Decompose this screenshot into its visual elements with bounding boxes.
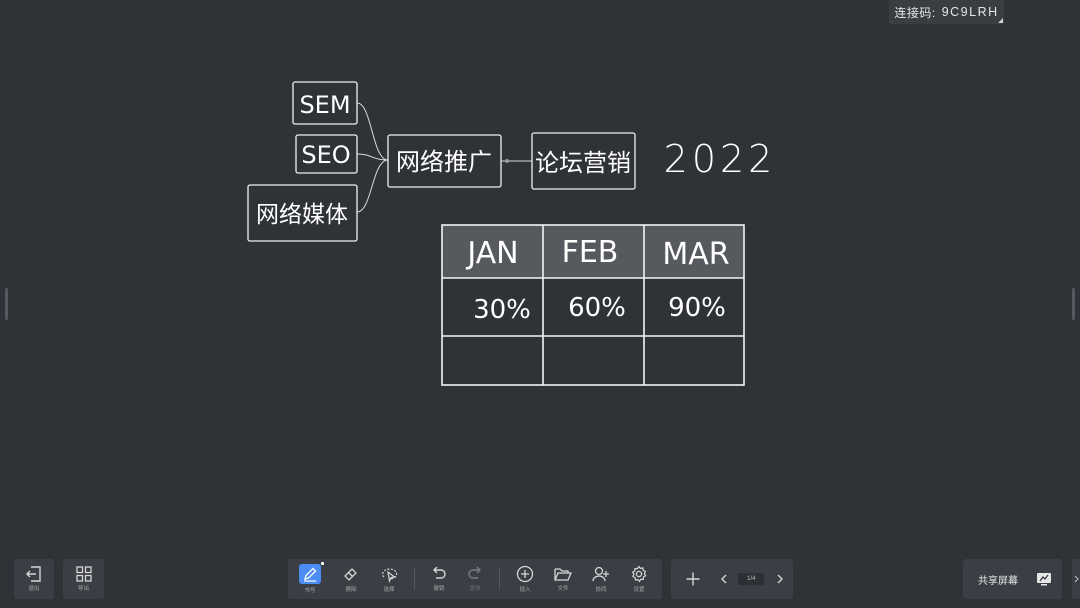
node-label: SEM (299, 91, 350, 119)
node-label: 论坛营销 (535, 149, 631, 177)
table-cell: 30% (473, 295, 531, 325)
undo-button[interactable]: 撤销 (421, 566, 457, 592)
exit-label: 退出 (28, 586, 40, 592)
add-page-button[interactable] (677, 571, 709, 587)
table-header-mar: MAR (662, 237, 729, 272)
year-annotation[interactable]: 2022 (664, 137, 777, 181)
node-label: 网络推广 (396, 148, 492, 176)
share-screen-label: 共享屏幕 (978, 575, 1018, 587)
write-label: 书写 (304, 588, 316, 594)
gear-icon (631, 565, 647, 583)
mindmap-node-seo[interactable]: SEO (295, 134, 358, 174)
file-label: 文件 (557, 586, 569, 592)
chevron-right-icon (777, 574, 783, 584)
page-toolbar: 1/4 (671, 559, 793, 599)
plus-circle-icon (516, 565, 534, 583)
chevron-left-icon (720, 574, 727, 584)
redo-button[interactable]: 重做 (457, 566, 493, 592)
mindmap-node-sem[interactable]: SEM (292, 81, 358, 125)
exit-toolbar: 退出 (14, 559, 54, 599)
eraser-label: 擦除 (345, 587, 357, 593)
insert-button[interactable]: 插入 (506, 565, 544, 593)
grid-icon (75, 566, 92, 582)
mindmap-node-online-media[interactable]: 网络媒体 (247, 184, 358, 242)
pen-options-indicator (321, 562, 324, 565)
settings-label: 设置 (633, 587, 645, 593)
undo-icon (433, 566, 446, 579)
undo-label: 撤销 (433, 586, 445, 592)
collaborate-label: 协同 (595, 587, 607, 593)
folder-open-icon (554, 568, 572, 581)
node-label: SEO (301, 141, 350, 169)
settings-button[interactable]: 设置 (620, 565, 658, 593)
overview-button[interactable]: 导出 (75, 566, 92, 592)
handwritten-table[interactable]: JAN FEB MAR 30% 60% 90% (441, 224, 745, 386)
insert-label: 插入 (519, 587, 531, 593)
screen-share-icon (1037, 573, 1051, 586)
overview-label: 导出 (77, 586, 89, 592)
add-user-icon (592, 566, 609, 582)
page-indicator[interactable]: 1/4 (738, 573, 765, 585)
mindmap-node-online-promotion[interactable]: 网络推广 (387, 134, 502, 188)
main-toolbar: 书写 擦除 选择 撤销 重做 插入 文件 协同 设置 (288, 559, 662, 599)
share-screen-button[interactable]: 共享屏幕 (963, 559, 1062, 599)
lasso-icon (382, 568, 398, 583)
exit-button[interactable]: 退出 (25, 566, 43, 592)
table-cell: 90% (668, 293, 726, 323)
prev-page-button[interactable] (718, 573, 730, 585)
next-page-button[interactable] (773, 573, 787, 585)
connector-dot (505, 159, 509, 163)
eraser-button[interactable]: 擦除 (332, 565, 370, 593)
collaborate-button[interactable]: 协同 (582, 565, 620, 593)
table-header-feb: FEB (562, 235, 619, 270)
right-expand-button[interactable] (1072, 559, 1080, 599)
toolbar-divider (414, 568, 415, 590)
exit-icon (26, 566, 41, 582)
plus-icon (686, 572, 700, 586)
table-cell: 60% (568, 293, 626, 323)
select-button[interactable]: 选择 (370, 565, 408, 593)
table-header-jan: JAN (465, 236, 518, 271)
redo-icon (468, 566, 481, 579)
redo-label: 重做 (469, 586, 481, 592)
node-label: 网络媒体 (256, 202, 348, 228)
select-label: 选择 (383, 587, 395, 593)
chevron-right-icon (1074, 575, 1079, 583)
pen-icon (304, 567, 317, 582)
whiteboard-canvas[interactable]: SEM SEO 网络媒体 网络推广 论坛营销 2022 JAN FEB MAR … (0, 0, 1080, 555)
file-button[interactable]: 文件 (544, 566, 582, 592)
toolbar-divider (499, 568, 500, 590)
eraser-icon (344, 568, 357, 581)
mindmap-node-forum-marketing[interactable]: 论坛营销 (531, 132, 636, 190)
overview-toolbar: 导出 (63, 559, 104, 599)
write-button[interactable]: 书写 (288, 562, 332, 594)
